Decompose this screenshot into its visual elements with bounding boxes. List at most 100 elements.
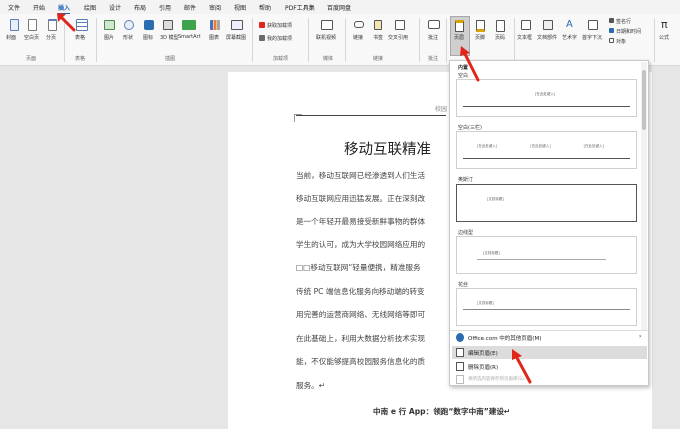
remove-header-menu-item[interactable]: 删除页眉(R) (452, 360, 647, 373)
tab-draw[interactable]: 绘图 (84, 3, 96, 12)
get-addins-button[interactable]: 获取加载项 (267, 22, 292, 29)
template-placeholder: [文档标题] (477, 301, 494, 305)
tab-home[interactable]: 开始 (33, 3, 45, 12)
template-rule (463, 309, 630, 310)
get-addins-icon (259, 22, 265, 28)
submenu-arrow-icon: › (639, 333, 642, 340)
comment-button[interactable]: 批注 (428, 34, 438, 41)
smartart-icon (182, 20, 196, 30)
header-rule (296, 115, 446, 116)
header-icon (455, 20, 464, 32)
group-media-label: 媒体 (323, 56, 334, 62)
wordart-button[interactable]: 艺术字 (562, 34, 577, 41)
my-addins-icon (259, 35, 265, 41)
group-links-label: 链接 (373, 56, 384, 62)
template-rule (463, 106, 630, 107)
document-title: 移动互联精准 (344, 142, 431, 158)
shapes-button[interactable]: 形状 (123, 34, 133, 41)
smartart-button[interactable]: SmartArt (178, 34, 201, 40)
group-separator (419, 18, 420, 62)
text-box-icon (521, 20, 531, 30)
page-break-button[interactable]: 分页 (46, 34, 56, 41)
object-button[interactable]: 对象 (616, 38, 626, 45)
page-number-button[interactable]: 页码 (495, 34, 505, 41)
3d-model-button[interactable]: 3D 模型 (160, 34, 179, 41)
group-separator (654, 18, 655, 62)
group-illustrations-label: 插图 (165, 56, 176, 62)
annotation-arrow-insert-tab (57, 13, 76, 32)
signature-line-button[interactable]: 签名行 (616, 18, 631, 25)
document-subheading: 中南 e 行 App：领跑“数字中南”建设↵ (373, 407, 511, 416)
tab-layout[interactable]: 布局 (134, 3, 146, 12)
date-time-icon (609, 28, 614, 33)
my-addins-button[interactable]: 我的加载项 (267, 35, 292, 42)
wordart-icon: A (566, 19, 573, 30)
cross-reference-button[interactable]: 交叉引用 (388, 34, 408, 41)
table-button[interactable]: 表格 (75, 34, 85, 41)
object-icon (609, 38, 614, 43)
equation-button[interactable]: 公式 (659, 34, 669, 41)
tab-mailings[interactable]: 邮件 (184, 3, 196, 12)
picture-button[interactable]: 图片 (104, 34, 114, 41)
paragraph-line: 在此基础上，利用大数据分析技术实现 (296, 334, 426, 343)
footer-button[interactable]: 页脚 (475, 34, 485, 41)
document-header-text: 校园 (435, 106, 448, 113)
chart-button[interactable]: 图表 (209, 34, 219, 41)
gallery-scrollbar-thumb[interactable] (642, 70, 646, 130)
cross-reference-icon (395, 20, 405, 30)
tab-review[interactable]: 审阅 (209, 3, 221, 12)
cover-page-button[interactable]: 封面 (6, 34, 16, 41)
online-video-icon (321, 20, 333, 30)
group-separator (96, 18, 97, 62)
screenshot-button[interactable]: 屏幕截图 (226, 34, 246, 41)
tab-design[interactable]: 设计 (109, 3, 121, 12)
blank-page-button[interactable]: 空白页 (24, 34, 39, 41)
edit-header-menu-item[interactable]: 编辑页眉(E) (452, 346, 647, 359)
tab-file[interactable]: 文件 (8, 3, 20, 12)
bookmark-button[interactable]: 书签 (373, 34, 383, 41)
tab-pdf-tools[interactable]: PDF工具集 (285, 3, 315, 12)
quick-parts-icon (543, 20, 553, 30)
date-time-button[interactable]: 日期和时间 (616, 28, 641, 35)
signature-line-icon (609, 18, 614, 23)
annotation-arrow-header-button (460, 46, 480, 82)
template-placeholder: [在此处键入] (535, 92, 556, 96)
template-placeholder: [文档标题] (483, 251, 500, 255)
text-box-button[interactable]: 文本框 (517, 34, 532, 41)
tab-baidu-netdisk[interactable]: 百度网盘 (327, 3, 351, 12)
quick-parts-button[interactable]: 文档部件 (537, 34, 557, 41)
group-pages-label: 页面 (26, 56, 37, 62)
cover-page-icon (10, 19, 19, 31)
template-label-sideline: 边线型 (458, 230, 474, 236)
paragraph-line: 是一个年轻开最易接受新鲜事物的群体 (296, 217, 426, 226)
paragraph-line: 移动互联网应用迅猛发展。正在深刻改 (296, 194, 426, 203)
save-selection-icon (456, 375, 464, 384)
menu-item-label: 删除页眉(R) (468, 365, 499, 371)
header-template-filigree[interactable]: [文档标题] (456, 288, 637, 326)
tab-references[interactable]: 引用 (159, 3, 171, 12)
group-separator (308, 18, 309, 62)
drop-cap-button[interactable]: 首字下沉 (582, 34, 602, 41)
office-globe-icon (456, 333, 464, 342)
edit-header-icon (456, 348, 464, 357)
annotation-arrow-edit-header (512, 349, 532, 384)
header-template-blank-three-column[interactable]: [在此处键入] [在此处键入] [在此处键入] (456, 131, 637, 169)
paragraph-line: 传统 PC 端信息化服务向移动端的转变 (296, 287, 425, 296)
header-template-blank[interactable]: [在此处键入] (456, 79, 637, 117)
paragraph-line: 能，不仅能够提高校园服务信息化的质 (296, 357, 426, 366)
more-headers-from-office-menu-item[interactable]: Office.com 中的其他页眉(M) › (452, 331, 647, 344)
screenshot-icon (231, 20, 243, 30)
chart-icon (210, 20, 220, 30)
tab-view[interactable]: 视图 (234, 3, 246, 12)
group-addins-label: 加载项 (273, 56, 289, 62)
header-button[interactable]: 页眉 (454, 34, 464, 41)
save-selection-to-header-gallery-menu-item: 将所选内容保存到页眉库(S)... (452, 373, 647, 386)
equation-icon: π (661, 18, 668, 31)
online-video-button[interactable]: 联机视频 (316, 34, 336, 41)
header-template-austin[interactable]: [文档标题] (456, 184, 637, 222)
template-label-austin: 奥斯汀 (458, 177, 474, 183)
header-template-sideline[interactable]: [文档标题] (456, 236, 637, 274)
link-button[interactable]: 链接 (353, 34, 363, 41)
icons-button[interactable]: 图标 (143, 34, 153, 41)
tab-help[interactable]: 帮助 (259, 3, 271, 12)
